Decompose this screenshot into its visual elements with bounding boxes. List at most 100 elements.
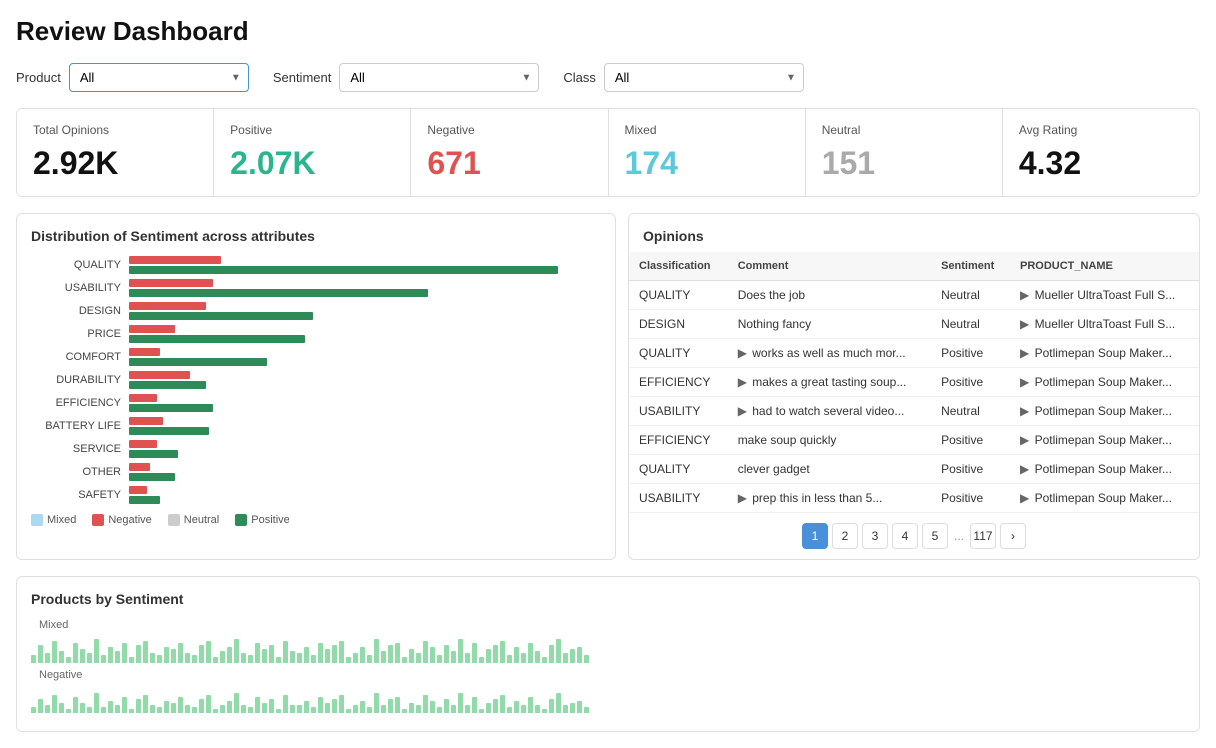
mixed-bar-item: [325, 649, 330, 663]
negative-bar-item: [444, 699, 449, 713]
bar-label: PRICE: [31, 328, 121, 340]
positive-bar: [129, 266, 558, 274]
bar-chart: QUALITYUSABILITYDESIGNPRICECOMFORTDURABI…: [31, 256, 601, 504]
arrow-icon: ▶: [738, 491, 751, 505]
mixed-bar-item: [157, 655, 162, 663]
kpi-label-mixed: Mixed: [625, 123, 789, 137]
negative-bar-item: [87, 707, 92, 713]
product-arrow-icon: ▶: [1020, 433, 1033, 447]
classification-cell: QUALITY: [629, 455, 728, 484]
page-btn-4[interactable]: 4: [892, 523, 918, 549]
negative-bar-item: [360, 701, 365, 713]
mixed-bar-item: [353, 653, 358, 663]
mixed-bar-item: [430, 647, 435, 663]
page-btn-3[interactable]: 3: [862, 523, 888, 549]
positive-bar: [129, 381, 206, 389]
positive-bar: [129, 404, 213, 412]
positive-bar: [129, 358, 267, 366]
negative-bar-item: [402, 709, 407, 713]
mixed-bar-item: [115, 651, 120, 663]
mixed-bar-item: [150, 653, 155, 663]
mixed-bar-item: [367, 655, 372, 663]
negative-bar-item: [584, 707, 589, 713]
negative-bar-item: [38, 699, 43, 713]
negative-bar-item: [122, 697, 127, 713]
mixed-bar-item: [472, 643, 477, 663]
class-label: Class: [563, 70, 596, 85]
mixed-bar-item: [164, 647, 169, 663]
table-row: EFFICIENCY▶ makes a great tasting soup..…: [629, 368, 1199, 397]
mixed-bar-item: [437, 655, 442, 663]
product-select-wrap: All: [69, 63, 249, 92]
mixed-bar-item: [507, 655, 512, 663]
classification-cell: USABILITY: [629, 397, 728, 426]
mixed-bar-item: [122, 643, 127, 663]
negative-bar-item: [66, 709, 71, 713]
negative-bar-item: [325, 703, 330, 713]
kpi-card-avg_rating: Avg Rating4.32: [1003, 109, 1199, 196]
page-btn-total[interactable]: 117: [970, 523, 996, 549]
mixed-bar-item: [416, 653, 421, 663]
negative-bar-item: [94, 693, 99, 713]
mixed-bar-item: [52, 641, 57, 663]
negative-bar-item: [493, 699, 498, 713]
positive-bar: [129, 427, 209, 435]
product-select[interactable]: All: [69, 63, 249, 92]
product-arrow-icon: ▶: [1020, 462, 1033, 476]
legend-color: [168, 514, 180, 526]
sentiment-filter-group: Sentiment All: [273, 63, 540, 92]
negative-bar-item: [150, 705, 155, 713]
mixed-bar-item: [332, 645, 337, 663]
kpi-value-negative: 671: [427, 145, 591, 182]
mixed-bar-item: [94, 639, 99, 663]
negative-bar-item: [416, 705, 421, 713]
product-arrow-icon: ▶: [1020, 346, 1033, 360]
negative-bar-item: [101, 707, 106, 713]
negative-bar-item: [381, 705, 386, 713]
bar-label: SERVICE: [31, 443, 121, 455]
mixed-bar-item: [479, 657, 484, 663]
negative-bar-item: [234, 693, 239, 713]
negative-bar: [129, 463, 150, 471]
bar-row: DESIGN: [31, 302, 601, 320]
mixed-bar-item: [577, 647, 582, 663]
kpi-label-positive: Positive: [230, 123, 394, 137]
kpi-row: Total Opinions2.92KPositive2.07KNegative…: [16, 108, 1200, 197]
sentiment-cell: Neutral: [931, 281, 1010, 310]
sentiment-select[interactable]: All: [339, 63, 539, 92]
main-row: Distribution of Sentiment across attribu…: [16, 213, 1200, 560]
table-row: USABILITY▶ had to watch several video...…: [629, 397, 1199, 426]
bar-label: EFFICIENCY: [31, 397, 121, 409]
page-btn-5[interactable]: 5: [922, 523, 948, 549]
opinions-table: Classification Comment Sentiment PRODUCT…: [629, 252, 1199, 512]
comment-cell: Nothing fancy: [728, 310, 931, 339]
page-btn-1[interactable]: 1: [802, 523, 828, 549]
sentiment-chart-panel: Distribution of Sentiment across attribu…: [16, 213, 616, 560]
sentiment-cell: Positive: [931, 484, 1010, 513]
mixed-bar-item: [409, 649, 414, 663]
bar-row: USABILITY: [31, 279, 601, 297]
class-select-wrap: All: [604, 63, 804, 92]
bar-row: QUALITY: [31, 256, 601, 274]
comment-cell: Does the job: [728, 281, 931, 310]
negative-bar-item: [514, 701, 519, 713]
bar-row: EFFICIENCY: [31, 394, 601, 412]
mixed-bar-item: [528, 643, 533, 663]
negative-bar-item: [451, 705, 456, 713]
class-select[interactable]: All: [604, 63, 804, 92]
mixed-bar-item: [45, 653, 50, 663]
mixed-bar-item: [87, 653, 92, 663]
negative-bar-item: [409, 703, 414, 713]
table-row: QUALITYclever gadgetPositive▶ Potlimepan…: [629, 455, 1199, 484]
positive-bar: [129, 450, 178, 458]
pagination-next[interactable]: ›: [1000, 523, 1026, 549]
mixed-bar-item: [255, 643, 260, 663]
legend-item: Mixed: [31, 514, 76, 526]
classification-cell: EFFICIENCY: [629, 426, 728, 455]
mixed-bar-item: [178, 643, 183, 663]
table-row: QUALITY▶ works as well as much mor...Pos…: [629, 339, 1199, 368]
bar-label: USABILITY: [31, 282, 121, 294]
page-btn-2[interactable]: 2: [832, 523, 858, 549]
chart-legend: MixedNegativeNeutralPositive: [31, 514, 601, 526]
mixed-bar-item: [31, 655, 36, 663]
